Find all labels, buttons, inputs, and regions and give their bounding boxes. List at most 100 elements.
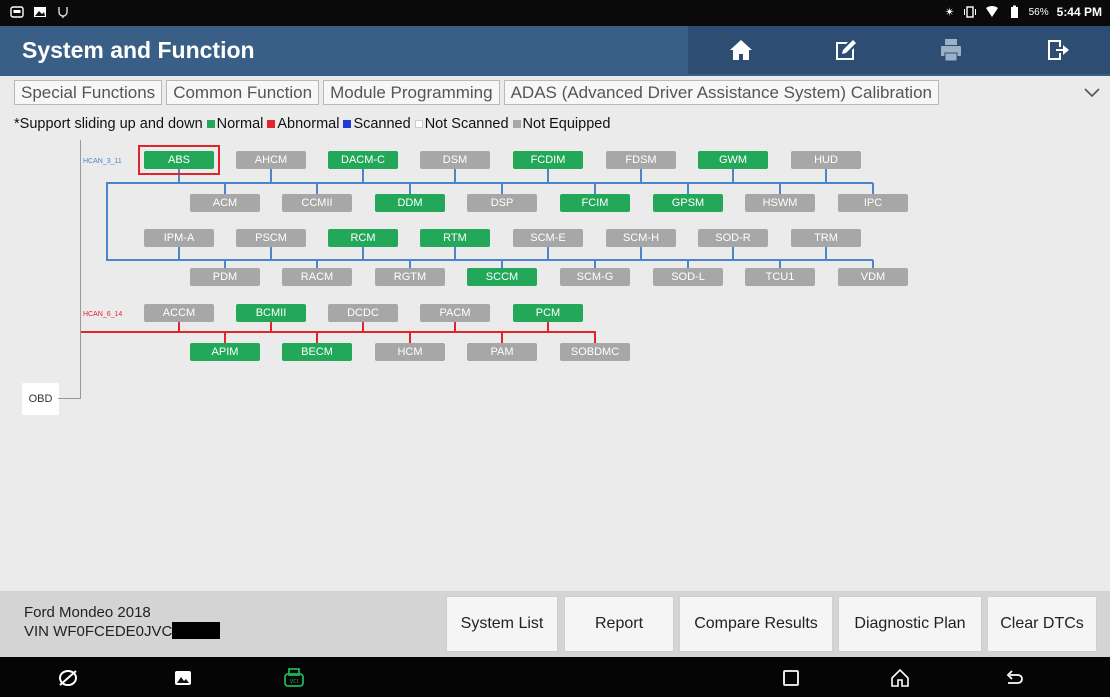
module-fcim[interactable]: FCIM xyxy=(560,194,630,212)
module-sod-r[interactable]: SOD-R xyxy=(698,229,768,247)
module-gwm[interactable]: GWM xyxy=(698,151,768,169)
home-button[interactable] xyxy=(688,26,793,74)
svg-text:VCI: VCI xyxy=(290,679,298,685)
home-icon[interactable] xyxy=(889,667,911,689)
module-sccm[interactable]: SCCM xyxy=(467,268,537,286)
module-connector xyxy=(501,183,503,194)
tab-special-functions[interactable]: Special Functions xyxy=(14,80,163,105)
obd-trunk-line xyxy=(80,140,81,399)
tab-module-programming[interactable]: Module Programming xyxy=(323,80,500,105)
module-rcm[interactable]: RCM xyxy=(328,229,398,247)
module-vdm[interactable]: VDM xyxy=(838,268,908,286)
module-ddm[interactable]: DDM xyxy=(375,194,445,212)
module-ahcm[interactable]: AHCM xyxy=(236,151,306,169)
exit-button[interactable] xyxy=(1003,26,1110,74)
obd-connector[interactable]: OBD xyxy=(22,383,59,415)
tab-adas-calibration[interactable]: ADAS (Advanced Driver Assistance System)… xyxy=(503,80,939,105)
vehicle-name: Ford Mondeo 2018 xyxy=(24,604,151,621)
system-list-button[interactable]: System List xyxy=(446,596,558,652)
module-dsm[interactable]: DSM xyxy=(420,151,490,169)
diagnostic-plan-button[interactable]: Diagnostic Plan xyxy=(838,596,982,652)
module-connector xyxy=(779,260,781,268)
module-rgtm[interactable]: RGTM xyxy=(375,268,445,286)
chevron-down-icon[interactable] xyxy=(1082,82,1102,102)
legend-scanned-swatch xyxy=(343,120,352,128)
vci-icon[interactable]: VCI xyxy=(283,667,305,689)
hcan-3-11-bus-line-lower xyxy=(106,259,873,261)
module-ipc[interactable]: IPC xyxy=(838,194,908,212)
module-connector xyxy=(224,332,226,343)
module-dcdc[interactable]: DCDC xyxy=(328,304,398,322)
header-bar: System and Function xyxy=(0,26,1110,76)
module-pam[interactable]: PAM xyxy=(467,343,537,361)
module-connector xyxy=(454,247,456,259)
module-scm-h[interactable]: SCM-H xyxy=(606,229,676,247)
module-fdsm[interactable]: FDSM xyxy=(606,151,676,169)
module-accm[interactable]: ACCM xyxy=(144,304,214,322)
module-connector xyxy=(594,331,596,343)
legend-not-equipped: Not Equipped xyxy=(522,116,611,132)
module-connector xyxy=(316,332,318,343)
module-becm[interactable]: BECM xyxy=(282,343,352,361)
module-dsp[interactable]: DSP xyxy=(467,194,537,212)
status-left-icons xyxy=(10,5,70,19)
module-pdm[interactable]: PDM xyxy=(190,268,260,286)
module-rtm[interactable]: RTM xyxy=(420,229,490,247)
module-connector xyxy=(547,169,549,183)
module-racm[interactable]: RACM xyxy=(282,268,352,286)
back-icon[interactable] xyxy=(1003,667,1025,689)
bluetooth-icon: ✴ xyxy=(944,5,955,19)
module-fcdim[interactable]: FCDIM xyxy=(513,151,583,169)
module-bcmii[interactable]: BCMII xyxy=(236,304,306,322)
module-ipm-a[interactable]: IPM-A xyxy=(144,229,214,247)
module-tcu1[interactable]: TCU1 xyxy=(745,268,815,286)
legend-scanned: Scanned xyxy=(353,116,411,132)
module-sobdmc[interactable]: SOBDMC xyxy=(560,343,630,361)
status-bar: ✴ 56% 5:44 PM xyxy=(0,0,1110,26)
browser-icon[interactable] xyxy=(57,667,79,689)
module-connector xyxy=(316,260,318,268)
module-connector xyxy=(872,183,874,194)
module-pacm[interactable]: PACM xyxy=(420,304,490,322)
battery-icon xyxy=(1010,5,1018,18)
module-connector xyxy=(732,247,734,259)
module-gpsm[interactable]: GPSM xyxy=(653,194,723,212)
module-pcm[interactable]: PCM xyxy=(513,304,583,322)
vehicle-info: Ford Mondeo 2018 VIN WF0FCEDE0JVC xyxy=(24,603,221,641)
module-connector xyxy=(501,332,503,343)
vin-text: VIN WF0FCEDE0JVC xyxy=(24,623,173,640)
vibrate-icon xyxy=(963,6,976,18)
module-hcm[interactable]: HCM xyxy=(375,343,445,361)
print-button[interactable] xyxy=(898,26,1003,74)
compare-results-button[interactable]: Compare Results xyxy=(679,596,833,652)
module-acm[interactable]: ACM xyxy=(190,194,260,212)
module-scm-g[interactable]: SCM-G xyxy=(560,268,630,286)
clear-dtcs-button[interactable]: Clear DTCs xyxy=(987,596,1097,652)
module-connector xyxy=(224,260,226,268)
legend-normal: Normal xyxy=(216,116,264,132)
module-connector xyxy=(454,169,456,183)
report-button[interactable]: Report xyxy=(564,596,674,652)
module-pscm[interactable]: PSCM xyxy=(236,229,306,247)
print-icon xyxy=(940,39,961,62)
module-connector xyxy=(224,183,226,194)
module-hswm[interactable]: HSWM xyxy=(745,194,815,212)
edit-button[interactable] xyxy=(793,26,898,74)
gallery-icon[interactable] xyxy=(172,667,194,689)
battery-percent: 56% xyxy=(1028,6,1049,18)
legend-abnormal: Abnormal xyxy=(277,116,340,132)
module-apim[interactable]: APIM xyxy=(190,343,260,361)
module-dacm-c[interactable]: DACM-C xyxy=(328,151,398,169)
module-hud[interactable]: HUD xyxy=(791,151,861,169)
module-scm-e[interactable]: SCM-E xyxy=(513,229,583,247)
tab-common-function[interactable]: Common Function xyxy=(166,80,320,105)
module-connector xyxy=(779,183,781,194)
hcan-3-11-bus-line xyxy=(106,182,873,184)
module-connector xyxy=(687,260,689,268)
module-connector xyxy=(872,260,874,268)
module-trm[interactable]: TRM xyxy=(791,229,861,247)
module-ccmii[interactable]: CCMII xyxy=(282,194,352,212)
module-sod-l[interactable]: SOD-L xyxy=(653,268,723,286)
recents-icon[interactable] xyxy=(780,667,802,689)
module-connector xyxy=(825,247,827,259)
